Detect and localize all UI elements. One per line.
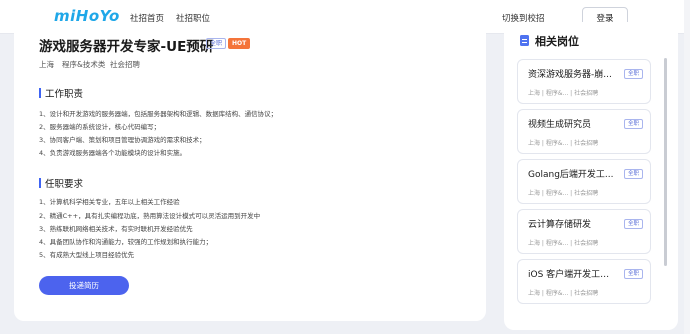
duty-item: 1、设计和开发游戏的服务器端，包括服务器架构和逻辑、数据库结构、通信协议； [39,110,278,118]
fulltime-badge: 全职 [624,219,644,229]
related-job-item[interactable]: Golang后端开发工... 全职 上海 | 程序&... | 社会招聘 [517,159,651,204]
section-marker [39,88,41,98]
related-job-meta: 上海 | 程序&... | 社会招聘 [528,240,599,247]
related-job-item[interactable]: 视频生成研究员 全职 上海 | 程序&... | 社会招聘 [517,109,651,154]
duty-item: 2、服务器端的系统设计，核心代码编写； [39,123,161,131]
fulltime-badge: 全职 [624,269,644,279]
requirement-item: 2、精通C++，具有扎实编程功底，熟用算法设计模式可以灵活运用到开发中 [39,212,261,220]
related-job-meta: 上海 | 程序&... | 社会招聘 [528,190,599,197]
related-job-title: 资深游戏服务器-崩... [528,70,612,80]
page-scroll-track[interactable] [684,0,690,334]
requirement-item: 5、有成熟大型线上项目经验优先 [39,251,135,259]
related-jobs-heading: 相关岗位 [535,35,579,48]
related-job-meta: 上海 | 程序&... | 社会招聘 [528,290,599,297]
duty-item: 4、负责游戏服务器端各个功能模块的设计和实施。 [39,149,187,157]
job-type: 社会招聘 [110,60,140,69]
requirement-item: 4、具备团队协作和沟通能力，较强的工作规划和执行能力； [39,238,213,246]
document-icon [520,35,529,46]
requirement-item: 3、熟练联机网络相关技术，有实时联机开发经验优先 [39,225,193,233]
requirements-heading: 任职要求 [45,179,84,190]
duties-heading: 工作职责 [45,89,84,100]
section-marker [39,178,41,188]
related-job-title: Golang后端开发工... [528,170,614,180]
duty-item: 3、协同客户端、策划和项目管理协调游戏的需求和技术； [39,136,206,144]
job-location: 上海 [39,60,54,69]
related-job-meta: 上海 | 程序&... | 社会招聘 [528,90,599,97]
job-title: 游戏服务器开发专家-UE预研 [39,39,214,55]
related-job-item[interactable]: 云计算存储研发 全职 上海 | 程序&... | 社会招聘 [517,209,651,254]
related-job-title: iOS 客户端开发工程... [528,270,614,280]
related-job-title: 云计算存储研发 [528,220,592,230]
hot-badge: HOT [228,38,251,49]
apply-button[interactable]: 投递简历 [39,276,129,295]
related-jobs-scrollbar[interactable] [664,58,667,266]
related-job-item[interactable]: iOS 客户端开发工程... 全职 上海 | 程序&... | 社会招聘 [517,259,651,304]
requirement-item: 1、计算机科学相关专业，五年以上相关工作经验 [39,198,180,206]
job-category: 程序&技术类 [62,60,106,69]
fulltime-badge: 全职 [624,119,644,129]
related-job-title: 视频生成研究员 [528,120,592,130]
fulltime-badge: 全职 [624,69,644,79]
fulltime-badge: 全职 [206,38,227,49]
fulltime-badge: 全职 [624,169,644,179]
related-job-item[interactable]: 资深游戏服务器-崩... 全职 上海 | 程序&... | 社会招聘 [517,59,651,104]
related-job-meta: 上海 | 程序&... | 社会招聘 [528,140,599,147]
